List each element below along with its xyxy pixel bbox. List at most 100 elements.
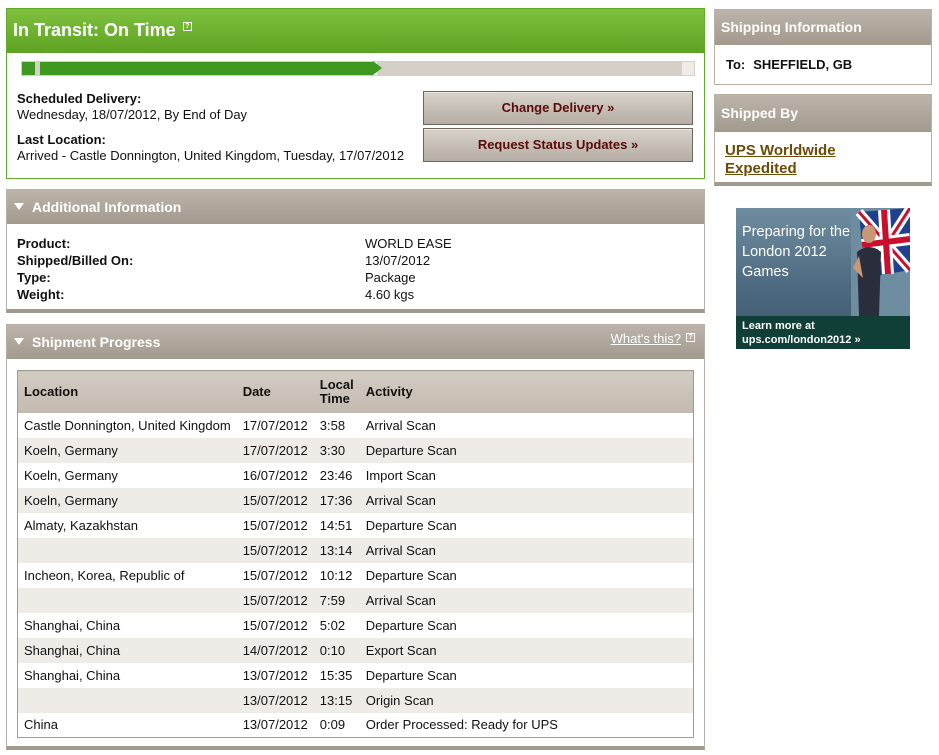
cell-date: 16/07/2012	[242, 467, 308, 483]
col-local-time-line1: Local	[319, 376, 354, 392]
table-row: Koeln, Germany 15/07/2012 17:36 Arrival Sca…	[17, 487, 694, 513]
cell-activity: Departure Scan	[365, 567, 457, 583]
status-title: In Transit: On Time	[13, 20, 176, 40]
progress-bar	[21, 61, 695, 76]
cell-date: 15/07/2012	[242, 517, 308, 533]
last-location-label: Last Location:	[17, 132, 106, 147]
table-row: Shanghai, China 14/07/2012 0:10 Export Scan	[17, 637, 694, 663]
progress-arrow-icon	[373, 61, 382, 75]
ship-to: To: SHEFFIELD, GB	[715, 45, 931, 72]
cell-location: Shanghai, China	[17, 637, 237, 663]
cell-activity: Arrival Scan	[365, 417, 436, 433]
help-icon[interactable]: ?	[686, 333, 695, 342]
request-status-updates-button[interactable]: Request Status Updates »	[423, 128, 693, 162]
table-row: 15/07/2012 13:14 Arrival Scan	[17, 537, 694, 563]
ship-to-label: To:	[726, 57, 746, 72]
scheduled-delivery-label: Scheduled Delivery:	[17, 91, 142, 106]
shipment-progress-title: Shipment Progress	[32, 334, 161, 350]
cell-activity: Departure Scan	[365, 517, 457, 533]
progress-start-marker	[22, 62, 35, 75]
cell-local-time: 3:58	[319, 417, 346, 433]
col-location: Location	[17, 370, 237, 413]
info-labels: Product: Shipped/Billed On: Type: Weight…	[17, 235, 133, 303]
cell-local-time: 3:30	[313, 437, 360, 463]
additional-info-title: Additional Information	[32, 199, 182, 215]
cell-location: Koeln, Germany	[24, 467, 118, 483]
table-header-row: Location Date Local Time Activity	[17, 370, 694, 413]
ad-headline: Preparing for the London 2012 Games	[742, 224, 851, 280]
col-local-time: Local Time	[313, 370, 360, 413]
service-link[interactable]: UPS Worldwide Expedited	[715, 132, 865, 178]
shipped-by-header: Shipped By	[715, 95, 931, 132]
cell-date: 13/07/2012	[242, 667, 308, 683]
status-panel: In Transit: On Time? Scheduled Delivery:…	[6, 8, 705, 179]
whats-this-text[interactable]: What's this?	[611, 331, 681, 346]
cell-date: 17/07/2012	[242, 417, 308, 433]
shipment-progress-header[interactable]: Shipment Progress What's this??	[7, 325, 704, 359]
shipping-information-panel: Shipping Information To: SHEFFIELD, GB	[714, 9, 932, 85]
cell-local-time: 15:35	[319, 667, 353, 683]
progress-fill	[40, 62, 373, 75]
cell-local-time: 14:51	[319, 517, 353, 533]
cell-date: 14/07/2012	[236, 637, 314, 663]
table-row: Incheon, Korea, Republic of 15/07/2012 10:…	[18, 563, 694, 588]
product-value: WORLD EASE	[365, 236, 452, 251]
cell-location: Koeln, Germany	[17, 487, 237, 513]
cell-location: Almaty, Kazakhstan	[24, 517, 138, 533]
last-location-value: Arrived - Castle Donnington, United King…	[17, 148, 405, 163]
help-icon[interactable]: ?	[182, 22, 192, 31]
shipment-progress-table: Location Date Local Time Activity Castle …	[17, 370, 694, 738]
table-row: 15/07/2012 7:59 Arrival Scan	[17, 587, 694, 613]
cell-local-time: 7:59	[313, 587, 360, 613]
type-label: Type:	[17, 270, 51, 285]
cell-local-time: 5:02	[319, 617, 346, 633]
whats-this-link[interactable]: What's this??	[611, 331, 695, 347]
cell-date: 15/07/2012	[242, 567, 308, 583]
cell-location	[17, 587, 237, 613]
cell-date: 15/07/2012	[236, 487, 314, 513]
type-value: Package	[365, 270, 416, 285]
status-header: In Transit: On Time?	[7, 9, 704, 53]
ad-footer-line1: Learn more at	[742, 320, 815, 332]
cell-date: 13/07/2012	[242, 717, 308, 733]
weight-label: Weight:	[17, 287, 65, 302]
cell-activity: Arrival Scan	[359, 537, 694, 563]
cell-date: 15/07/2012	[242, 617, 308, 633]
cell-location	[17, 537, 237, 563]
cell-activity: Departure Scan	[365, 617, 457, 633]
cell-local-time: 13:14	[313, 537, 360, 563]
cell-activity: Departure Scan	[359, 437, 694, 463]
table-row: Shanghai, China 13/07/2012 15:35 Departure …	[18, 663, 694, 688]
cell-date: 13/07/2012	[236, 687, 314, 713]
cell-activity: Export Scan	[359, 637, 694, 663]
cell-date: 15/07/2012	[236, 587, 314, 613]
cell-location: Shanghai, China	[24, 667, 121, 683]
change-delivery-button[interactable]: Change Delivery »	[423, 91, 693, 125]
additional-info-header[interactable]: Additional Information	[7, 190, 704, 224]
cell-date: 15/07/2012	[236, 537, 314, 563]
cell-local-time: 23:46	[319, 467, 353, 483]
london-2012-ad[interactable]: Preparing for the London 2012 Games Lear…	[736, 208, 910, 349]
cell-location: Shanghai, China	[24, 617, 121, 633]
cell-location: China	[24, 717, 58, 733]
cell-location	[17, 687, 237, 713]
shipping-information-header: Shipping Information	[715, 10, 931, 45]
ship-to-value: SHEFFIELD, GB	[753, 57, 853, 72]
cell-local-time: 13:15	[313, 687, 360, 713]
cell-activity: Order Processed: Ready for UPS	[365, 717, 558, 733]
additional-info-panel: Additional Information Product: Shipped/…	[6, 189, 705, 313]
cell-local-time: 0:09	[319, 717, 346, 733]
table-row: China 13/07/2012 0:09 Order Processed: Read…	[18, 713, 694, 738]
delivery-info: Scheduled Delivery: Wednesday, 18/07/201…	[17, 91, 404, 164]
triangle-down-icon[interactable]	[14, 202, 24, 210]
triangle-down-icon[interactable]	[14, 337, 24, 345]
shipped-billed-value: 13/07/2012	[365, 253, 431, 268]
info-values: WORLD EASE 13/07/2012 Package 4.60 kgs	[365, 235, 452, 303]
col-local-time-line2: Time	[319, 390, 350, 406]
shipped-by-title: Shipped By	[721, 105, 799, 121]
ad-footer-line2: ups.com/london2012 »	[742, 334, 861, 346]
product-label: Product:	[17, 236, 71, 251]
cell-activity: Departure Scan	[365, 667, 457, 683]
table-row: Castle Donnington, United Kingdom 17/07/2…	[18, 413, 694, 438]
progress-end-marker	[682, 62, 694, 75]
